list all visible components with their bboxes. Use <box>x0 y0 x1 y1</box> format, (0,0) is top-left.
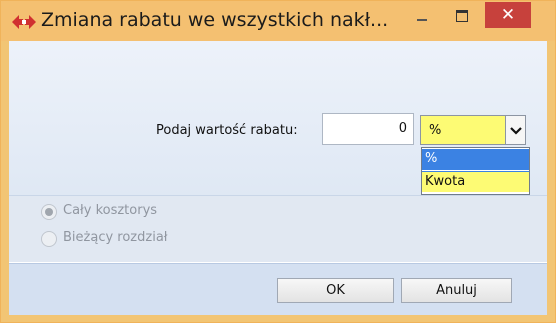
ok-button[interactable]: OK <box>277 278 394 303</box>
radio-whole-estimate[interactable] <box>41 204 57 220</box>
title-bar[interactable]: Zmiana rabatu we wszystkich nakł... ✕ <box>1 1 555 41</box>
chevron-down-icon <box>510 127 522 135</box>
minimize-button[interactable] <box>408 1 436 31</box>
discount-value-input[interactable]: 0 <box>322 113 414 145</box>
app-icon <box>11 14 37 30</box>
unit-select[interactable]: % <box>420 115 516 145</box>
discount-label: Podaj wartość rabatu: <box>156 123 298 138</box>
dropdown-option-percent[interactable]: % <box>422 149 529 170</box>
close-button[interactable]: ✕ <box>485 2 531 28</box>
dialog-client-area: Podaj wartość rabatu: 0 % % Kwota Cały k… <box>9 41 547 315</box>
radio-whole-estimate-label: Cały kosztorys <box>63 203 158 218</box>
dropdown-option-kwota[interactable]: Kwota <box>422 171 529 192</box>
cancel-button[interactable]: Anuluj <box>401 278 512 303</box>
window-title: Zmiana rabatu we wszystkich nakł... <box>41 9 389 31</box>
dialog-window: Zmiana rabatu we wszystkich nakł... ✕ Po… <box>0 0 556 323</box>
radio-current-chapter-label: Bieżący rozdział <box>63 230 168 245</box>
maximize-button[interactable] <box>448 1 476 31</box>
dropdown-toggle-button[interactable] <box>505 115 526 145</box>
radio-current-chapter[interactable] <box>41 231 57 247</box>
unit-dropdown-list: % Kwota <box>421 147 530 195</box>
